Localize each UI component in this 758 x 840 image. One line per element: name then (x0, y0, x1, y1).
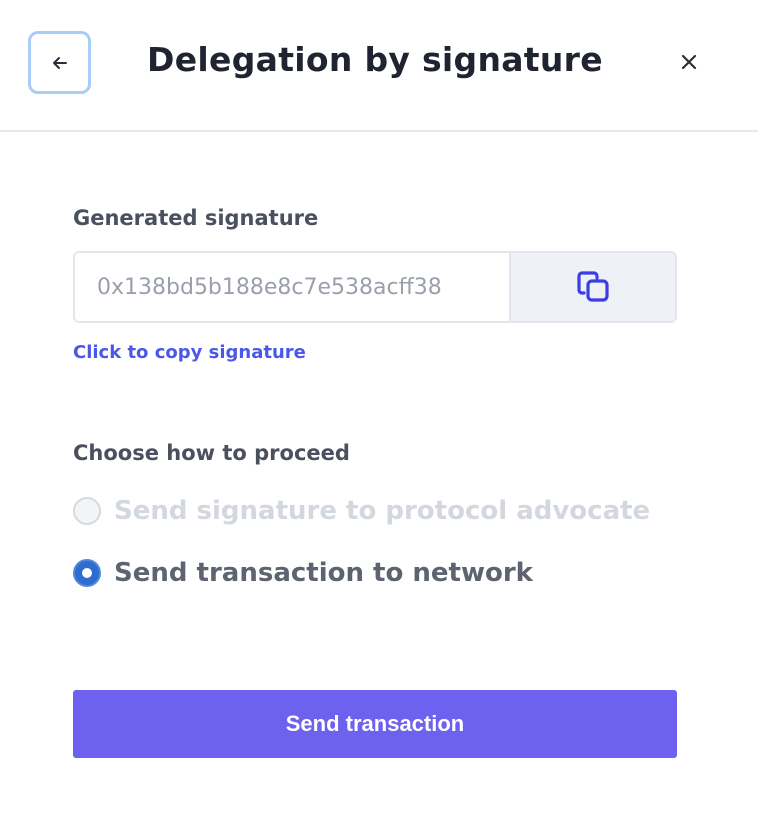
signature-input[interactable] (75, 253, 510, 321)
copy-signature-button[interactable] (509, 253, 675, 321)
close-icon (681, 54, 697, 70)
radio-checked[interactable] (73, 559, 101, 587)
copy-icon (577, 271, 609, 302)
modal-title: Delegation by signature (147, 40, 603, 79)
copy-signature-link[interactable]: Click to copy signature (73, 342, 306, 363)
close-button[interactable] (672, 45, 706, 79)
radio-disabled[interactable] (73, 497, 101, 525)
send-transaction-button[interactable]: Send transaction (73, 690, 677, 758)
option-send-signature-to-advocate[interactable]: Send signature to protocol advocate (73, 496, 650, 526)
signature-label: Generated signature (73, 206, 319, 230)
option-send-transaction-to-network[interactable]: Send transaction to network (73, 558, 533, 588)
modal-header: Delegation by signature (0, 0, 758, 132)
signature-field-group (73, 251, 677, 323)
proceed-label: Choose how to proceed (73, 441, 350, 465)
radio-dot (82, 568, 92, 578)
delegation-modal: Delegation by signature Generated signat… (0, 0, 758, 840)
option-label: Send signature to protocol advocate (114, 496, 651, 526)
option-label: Send transaction to network (114, 558, 533, 588)
